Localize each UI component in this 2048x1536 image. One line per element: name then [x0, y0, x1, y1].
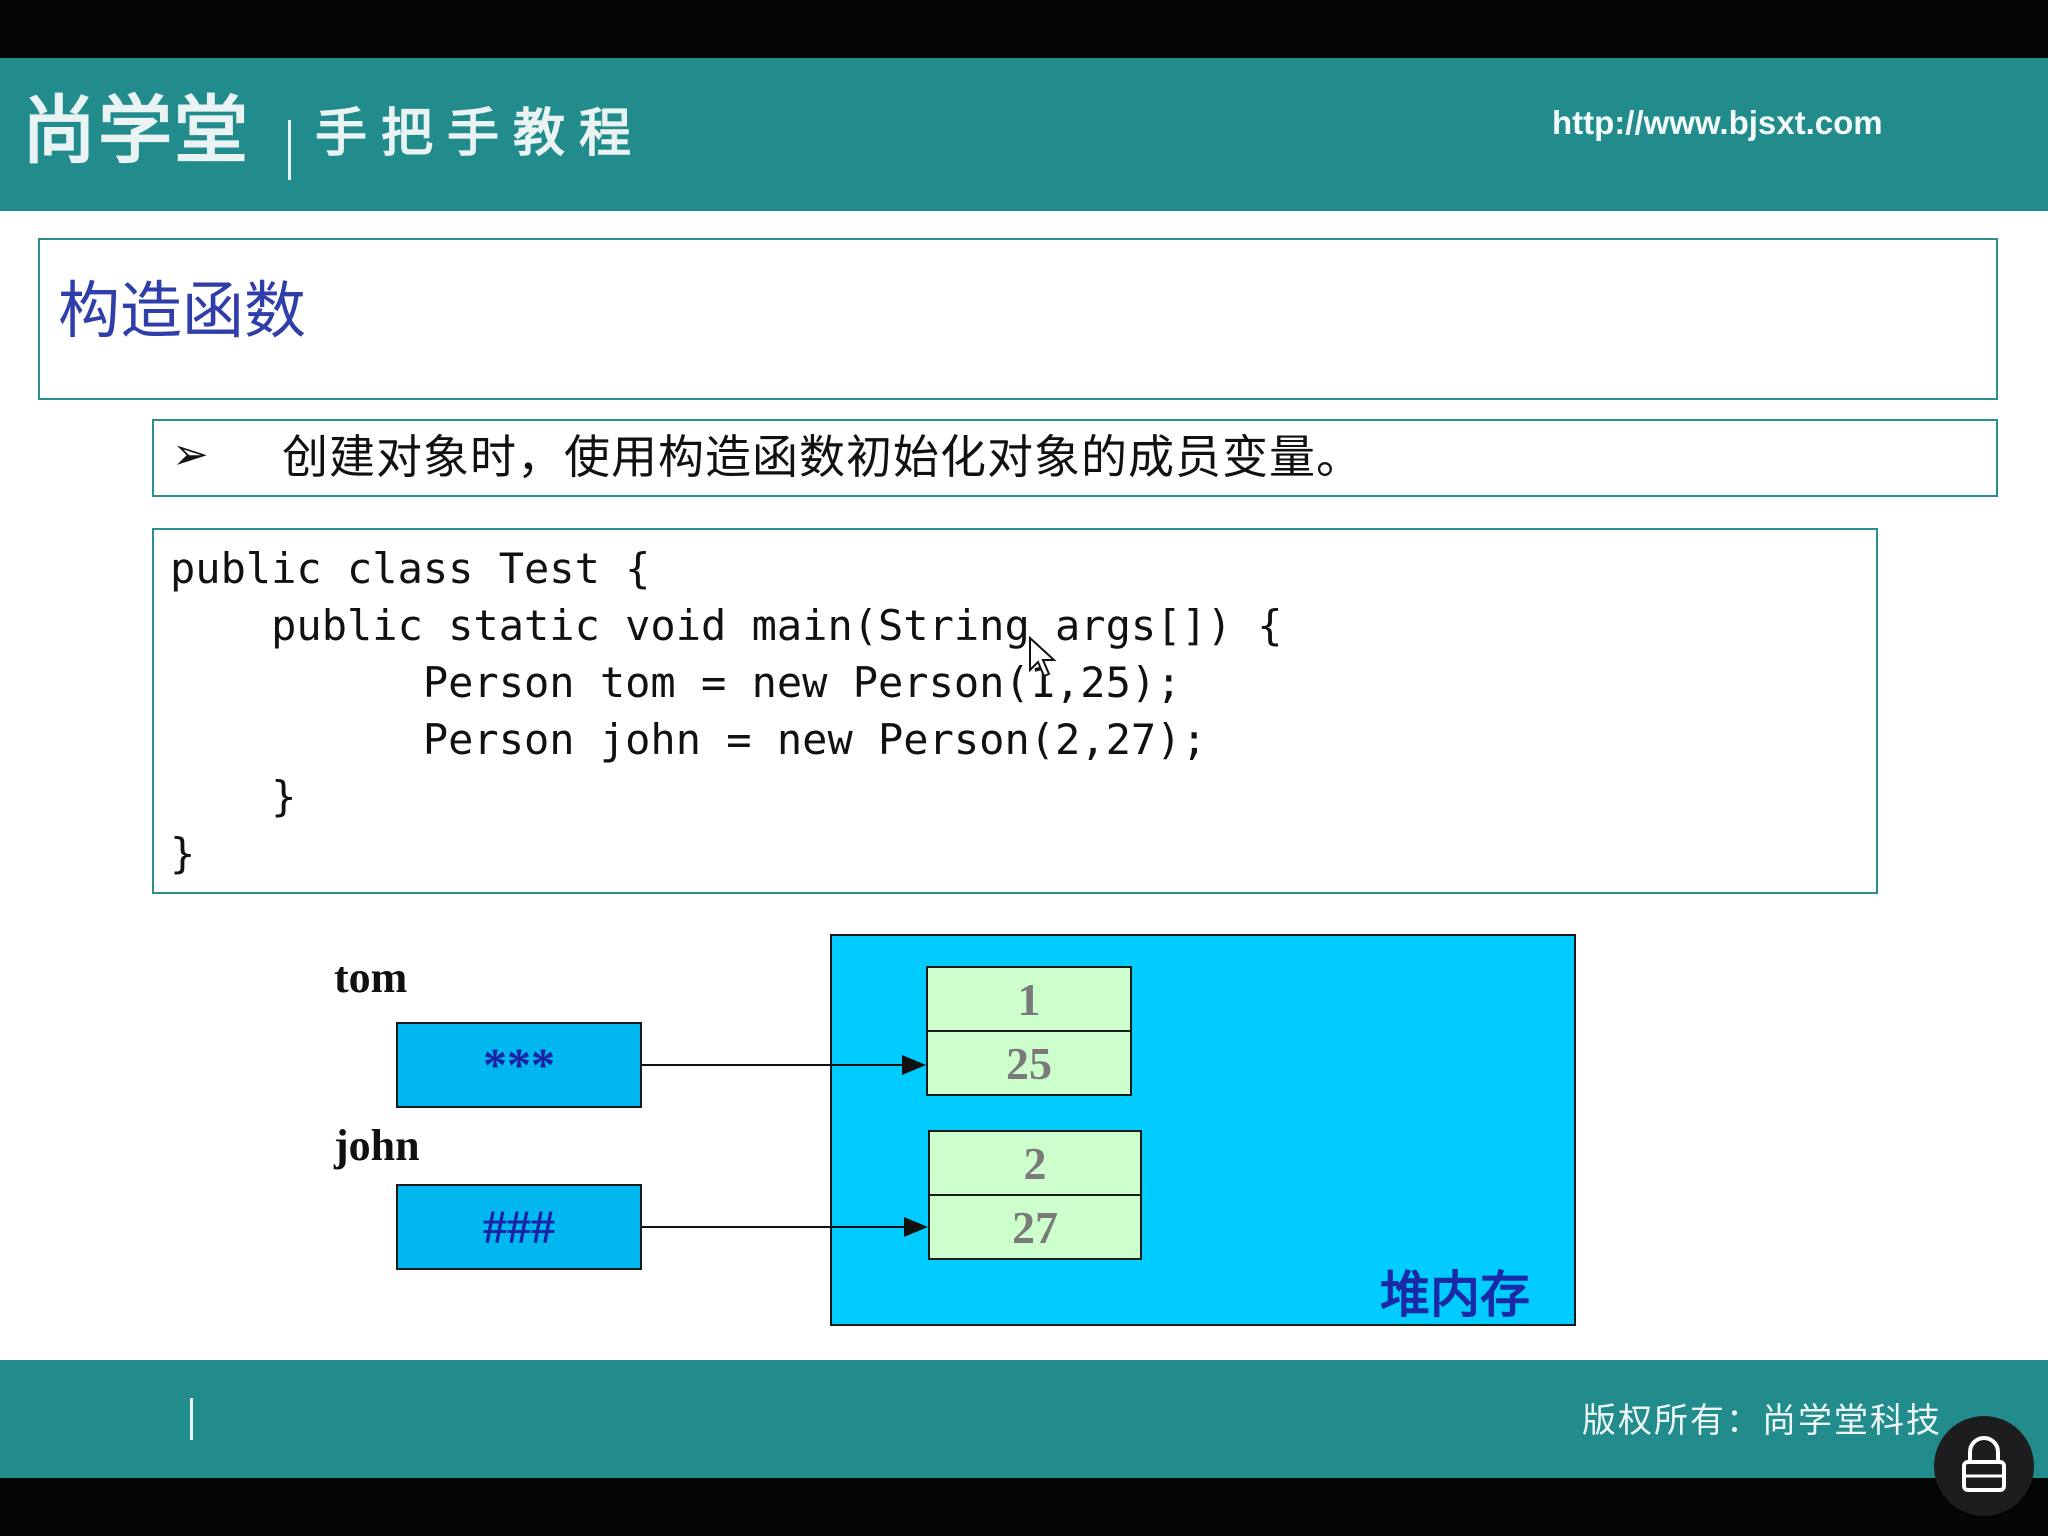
mouse-cursor-icon — [1029, 636, 1057, 678]
slide-footer: 版权所有：尚学堂科技 — [0, 1360, 2048, 1478]
slide: 尚学堂 手把手教程 http://www.bjsxt.com 构造函数 ➢ 创建… — [0, 58, 2048, 1478]
bottom-letterbox — [0, 1478, 2048, 1536]
lock-icon — [1962, 1436, 2006, 1492]
footer-divider — [190, 1398, 193, 1440]
lock-button[interactable] — [1934, 1416, 2034, 1516]
copyright-text: 版权所有：尚学堂科技 — [1582, 1401, 1942, 1441]
reference-arrows — [642, 1055, 928, 1237]
top-letterbox — [0, 0, 2048, 58]
memory-diagram: tom *** john ### 堆内存 1 25 2 27 — [0, 58, 2048, 1478]
